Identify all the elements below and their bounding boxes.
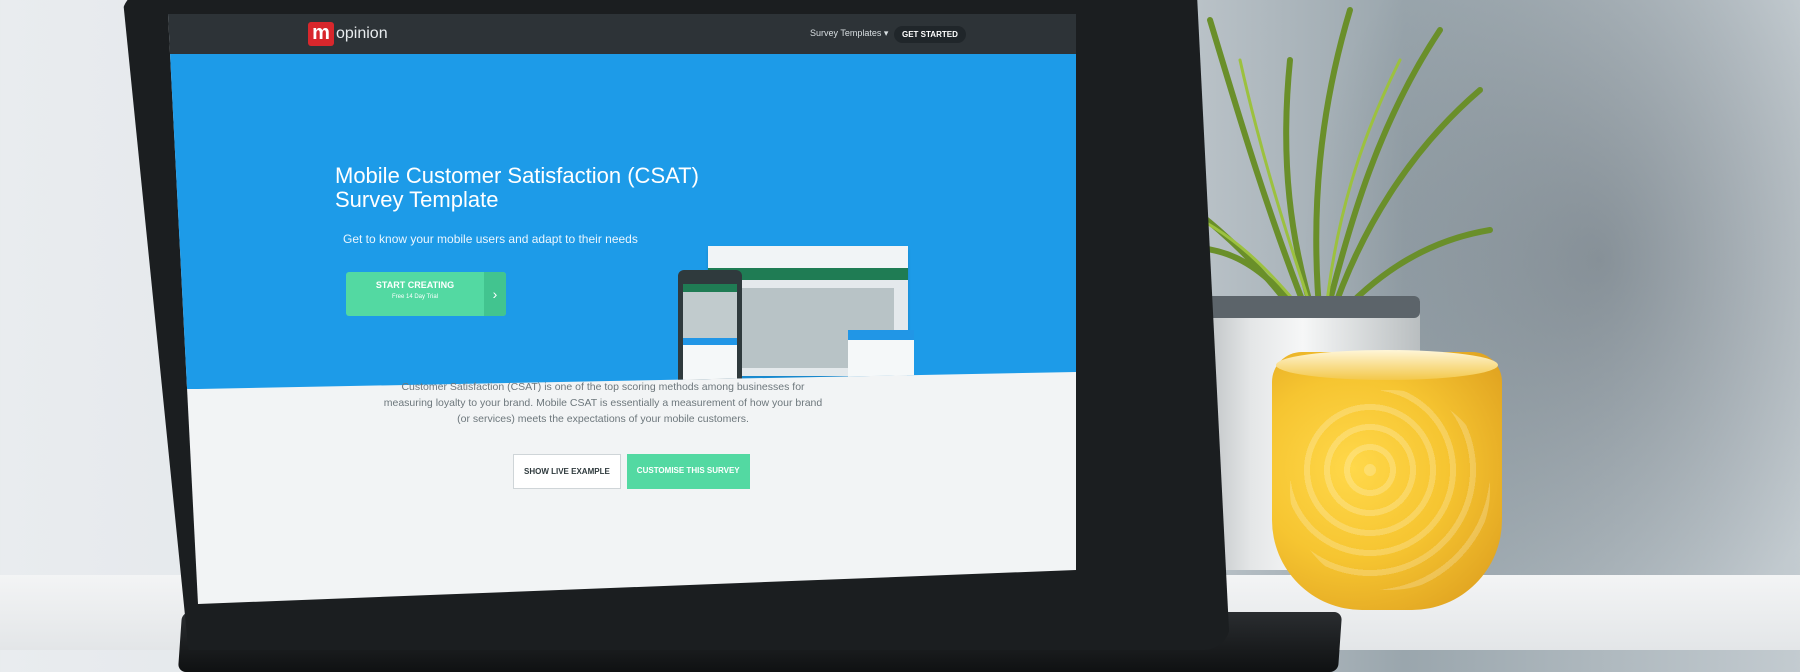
show-live-example-button[interactable]: SHOW LIVE EXAMPLE [513, 454, 621, 489]
action-buttons: SHOW LIVE EXAMPLE CUSTOMISE THIS SURVEY [513, 454, 750, 489]
mug-pattern [1290, 390, 1490, 590]
nav-survey-templates[interactable]: Survey Templates ▾ [810, 28, 888, 39]
description-text: Customer Satisfaction (CSAT) is one of t… [383, 381, 823, 425]
caret-down-icon: ▾ [883, 28, 889, 38]
hero-section: Mobile Customer Satisfaction (CSAT) Surv… [168, 54, 1076, 389]
photo-scene: m opinion Survey Templates ▾ GET STARTED… [0, 0, 1800, 672]
phone-survey-popup [683, 338, 737, 383]
logo-mark: m [308, 22, 334, 46]
phone-header [683, 284, 737, 292]
logo-text: opinion [336, 25, 388, 42]
hero-title: Mobile Customer Satisfaction (CSAT) Surv… [335, 163, 699, 212]
cta-sub-label: Free 14 Day Trial [391, 294, 439, 300]
browser-survey-popup [848, 330, 914, 386]
phone-screen [683, 284, 737, 383]
mopinion-logo[interactable]: m opinion [308, 22, 388, 46]
chevron-right-icon: › [484, 272, 506, 316]
get-started-button[interactable]: GET STARTED [894, 26, 966, 43]
site-navbar: m opinion Survey Templates ▾ GET STARTED [168, 14, 1076, 54]
nav-survey-templates-label: Survey Templates [810, 28, 882, 38]
laptop-screen: m opinion Survey Templates ▾ GET STARTED… [168, 14, 1076, 604]
mug-rim [1276, 350, 1498, 380]
cta-main-label: START CREATING [375, 280, 455, 290]
start-creating-button[interactable]: START CREATING Free 14 Day Trial › [346, 272, 506, 316]
cta-text: START CREATING Free 14 Day Trial [346, 272, 484, 316]
phone-illustration [678, 270, 742, 389]
browser-bar [708, 246, 908, 268]
customise-survey-button[interactable]: CUSTOMISE THIS SURVEY [626, 454, 750, 489]
hero-subtitle: Get to know your mobile users and adapt … [343, 232, 638, 246]
